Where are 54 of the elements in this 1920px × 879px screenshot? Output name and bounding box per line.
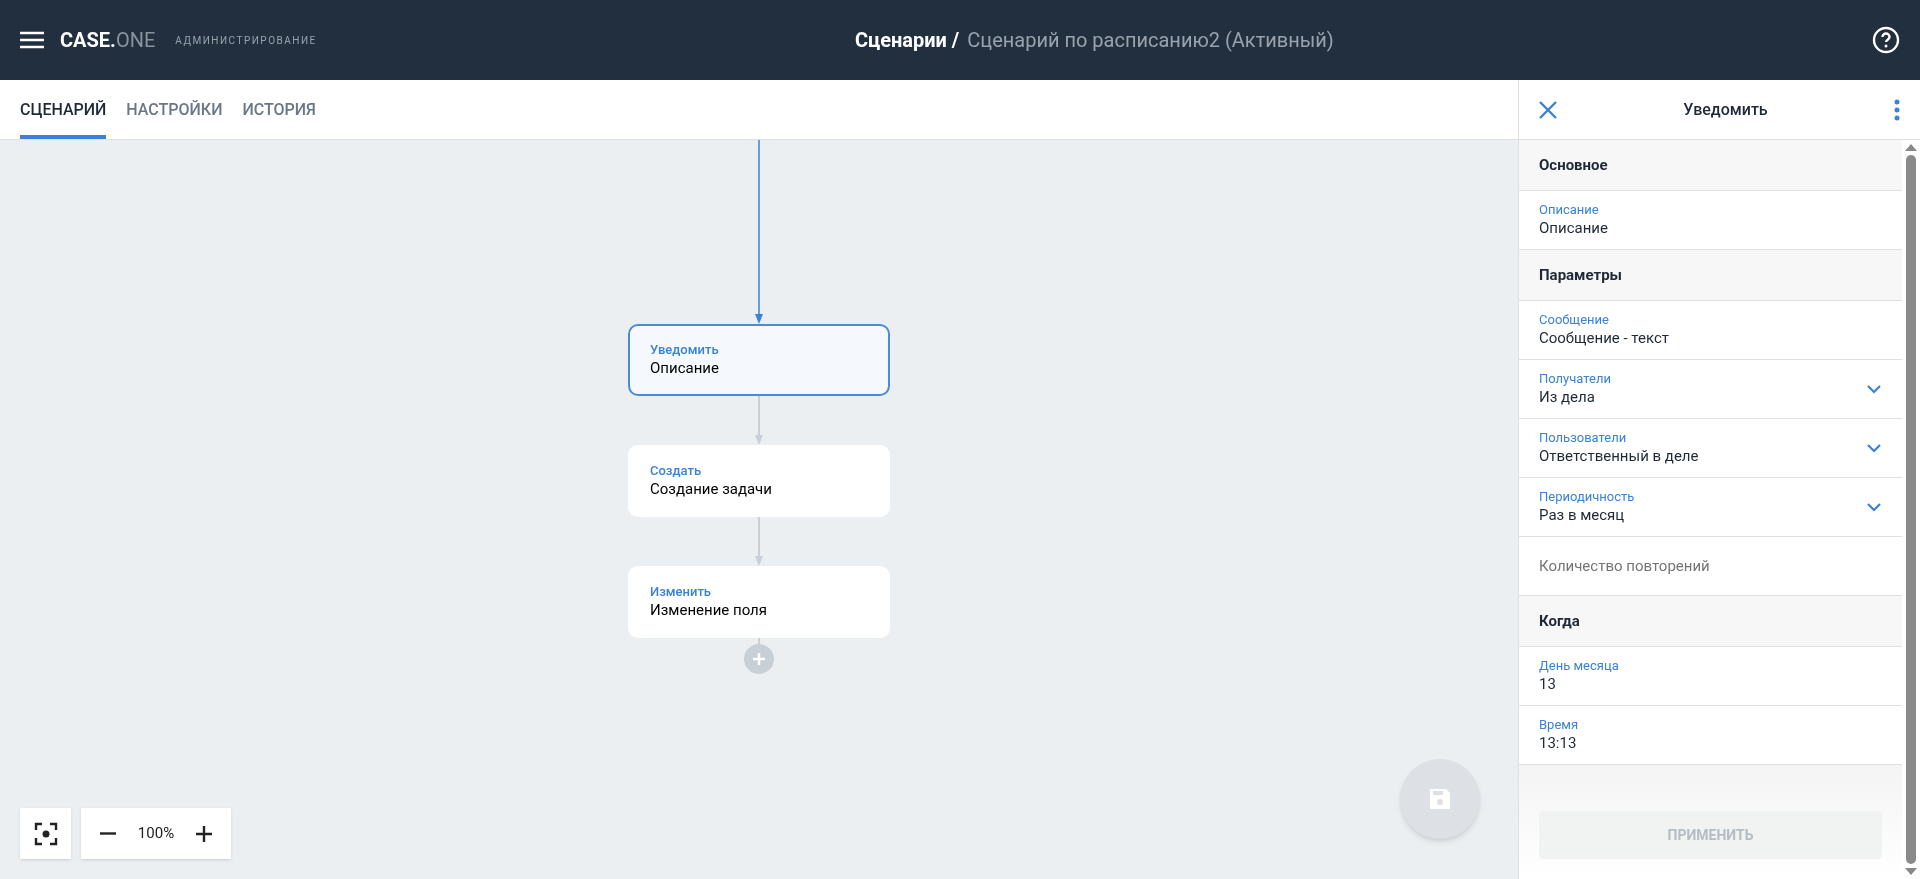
plus-icon [752, 652, 766, 666]
field-value: Ответственный в деле [1539, 446, 1700, 466]
field-value: Раз в месяц [1539, 505, 1626, 525]
flow-node[interactable]: Изменить Изменение поля [628, 566, 890, 638]
chevron-down-icon [1866, 443, 1882, 453]
field-label: Время [1539, 717, 1580, 733]
section-label: АДМИНИСТРИРОВАНИЕ [175, 33, 317, 48]
section-header: Когда [1519, 596, 1902, 647]
menu-icon[interactable] [20, 31, 44, 49]
tab[interactable]: ИСТОРИЯ [242, 80, 316, 139]
field-label: Пользователи [1539, 430, 1628, 446]
field-label: Получатели [1539, 371, 1612, 387]
zoom-in-button[interactable] [194, 824, 213, 843]
logo: CASE.ONE [60, 27, 156, 54]
tab[interactable]: СЦЕНАРИЙ [20, 80, 107, 139]
field-label: Сообщение [1539, 312, 1610, 328]
fit-view-button[interactable] [20, 808, 71, 859]
connector-arrow [754, 396, 764, 445]
flow-node[interactable]: Создать Создание задачи [628, 445, 890, 517]
breadcrumb-link[interactable]: Сценарии / [854, 25, 960, 55]
page-title: Сценарий по расписанию2 (Активный) [967, 27, 1334, 54]
node-label: Описание [650, 358, 720, 378]
close-icon[interactable] [1539, 100, 1557, 119]
help-icon[interactable] [1872, 26, 1900, 54]
plus-icon [194, 824, 213, 843]
field-value: 13 [1539, 674, 1557, 694]
field-value: Из дела [1539, 387, 1596, 407]
field-label: Описание [1539, 202, 1600, 218]
field-value: Сообщение - текст [1539, 328, 1670, 348]
section-header: Параметры [1519, 250, 1902, 301]
flow-node[interactable]: Уведомить Описание [628, 324, 890, 396]
zoom-out-button[interactable] [99, 832, 118, 835]
node-label: Создание задачи [650, 479, 773, 499]
chevron-down-icon [1866, 384, 1882, 394]
field-value: 13:13 [1539, 733, 1578, 753]
zoom-level: 100% [137, 823, 175, 845]
more-vertical-icon[interactable] [1894, 98, 1900, 121]
scroll-down-icon[interactable] [1905, 868, 1917, 875]
node-type: Изменить [650, 584, 713, 600]
node-label: Изменение поля [650, 600, 768, 620]
panel-title: Уведомить [1682, 98, 1769, 121]
field-label: День месяца [1539, 658, 1620, 674]
node-type: Уведомить [650, 342, 720, 358]
section-header: Основное [1519, 140, 1902, 191]
focus-icon [33, 821, 58, 846]
scroll-up-icon[interactable] [1905, 144, 1917, 151]
tab[interactable]: НАСТРОЙКИ [126, 80, 223, 139]
input-field[interactable]: Количество повторений [1539, 554, 1882, 578]
field-value: Описание [1539, 218, 1609, 238]
chevron-down-icon [1866, 502, 1882, 512]
field-label: Периодичность [1539, 489, 1636, 505]
minus-icon [99, 832, 118, 835]
connector-arrow [754, 517, 764, 566]
node-type: Создать [650, 463, 703, 479]
